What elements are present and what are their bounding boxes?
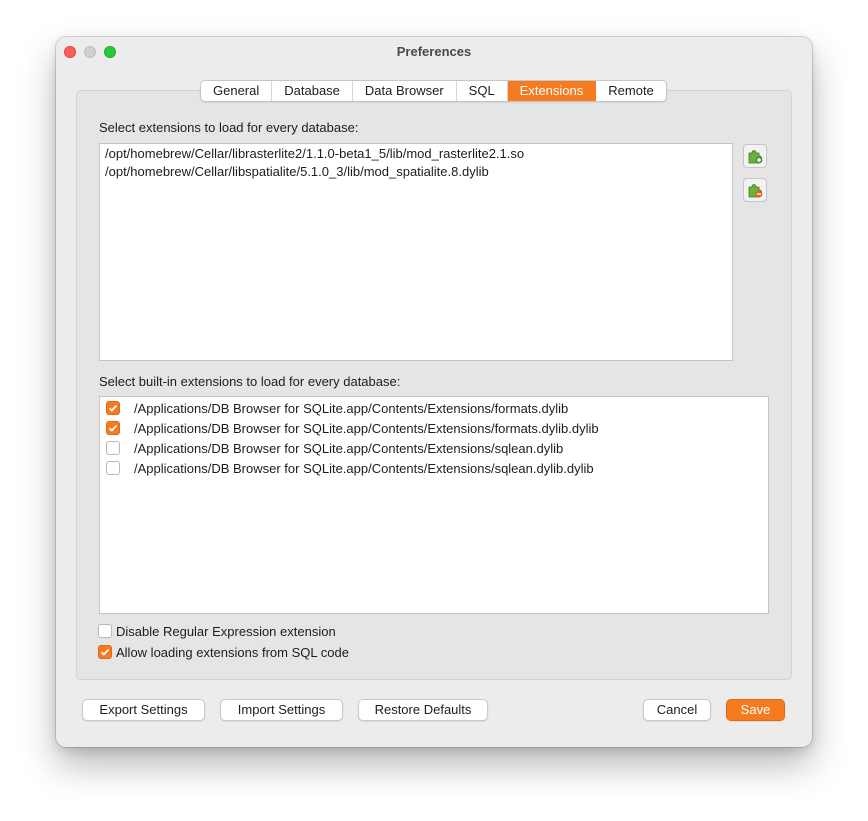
remove-extension-button[interactable] xyxy=(743,178,767,202)
add-extension-button[interactable] xyxy=(743,144,767,168)
extensions-list-label: Select extensions to load for every data… xyxy=(99,120,359,135)
extensions-list[interactable]: /opt/homebrew/Cellar/librasterlite2/1.1.… xyxy=(99,143,733,361)
extension-item[interactable]: /opt/homebrew/Cellar/librasterlite2/1.1.… xyxy=(100,145,732,163)
builtin-extension-path: /Applications/DB Browser for SQLite.app/… xyxy=(134,440,564,456)
builtin-extension-checkbox[interactable] xyxy=(106,441,120,455)
builtin-extension-row[interactable]: /Applications/DB Browser for SQLite.app/… xyxy=(106,418,599,438)
extension-item[interactable]: /opt/homebrew/Cellar/libspatialite/5.1.0… xyxy=(100,163,732,181)
checkmark-icon xyxy=(108,404,118,412)
puzzle-add-icon xyxy=(748,150,763,164)
disable-regex-checkbox[interactable] xyxy=(98,624,112,638)
tab-database[interactable]: Database xyxy=(272,81,353,101)
allow-sql-loading-checkbox[interactable] xyxy=(98,645,112,659)
allow-sql-loading-label: Allow loading extensions from SQL code xyxy=(116,644,349,660)
restore-defaults-button[interactable]: Restore Defaults xyxy=(358,699,488,721)
builtin-extension-path: /Applications/DB Browser for SQLite.app/… xyxy=(134,420,599,436)
builtin-extensions-label: Select built-in extensions to load for e… xyxy=(99,374,401,389)
import-settings-button[interactable]: Import Settings xyxy=(220,699,343,721)
tab-data-browser[interactable]: Data Browser xyxy=(353,81,457,101)
builtin-extension-row[interactable]: /Applications/DB Browser for SQLite.app/… xyxy=(106,438,563,458)
builtin-extension-row[interactable]: /Applications/DB Browser for SQLite.app/… xyxy=(106,398,568,418)
title-bar[interactable]: Preferences xyxy=(56,37,812,65)
disable-regex-option[interactable]: Disable Regular Expression extension xyxy=(98,622,336,640)
builtin-extensions-list[interactable]: /Applications/DB Browser for SQLite.app/… xyxy=(99,396,769,614)
builtin-extension-row[interactable]: /Applications/DB Browser for SQLite.app/… xyxy=(106,458,594,478)
builtin-extension-checkbox[interactable] xyxy=(106,421,120,435)
builtin-extension-path: /Applications/DB Browser for SQLite.app/… xyxy=(134,460,594,476)
tab-remote[interactable]: Remote xyxy=(596,81,666,101)
checkmark-icon xyxy=(108,424,118,432)
tab-sql[interactable]: SQL xyxy=(457,81,508,101)
builtin-extension-path: /Applications/DB Browser for SQLite.app/… xyxy=(134,400,569,416)
window-title: Preferences xyxy=(396,44,472,59)
preferences-window: Preferences Select extensions to load fo… xyxy=(56,37,812,747)
export-settings-button[interactable]: Export Settings xyxy=(82,699,205,721)
tab-extensions[interactable]: Extensions xyxy=(507,81,597,101)
puzzle-remove-icon xyxy=(748,184,763,198)
extensions-tab-panel: Select extensions to load for every data… xyxy=(76,90,792,680)
cancel-button[interactable]: Cancel xyxy=(643,699,711,721)
preferences-tab-bar: General Database Data Browser SQL Extens… xyxy=(200,80,667,102)
allow-sql-loading-option[interactable]: Allow loading extensions from SQL code xyxy=(98,643,349,661)
tab-general[interactable]: General xyxy=(201,81,273,101)
checkmark-icon xyxy=(100,648,110,656)
save-button[interactable]: Save xyxy=(726,699,785,721)
builtin-extension-checkbox[interactable] xyxy=(106,461,120,475)
disable-regex-label: Disable Regular Expression extension xyxy=(116,623,336,639)
builtin-extension-checkbox[interactable] xyxy=(106,401,120,415)
